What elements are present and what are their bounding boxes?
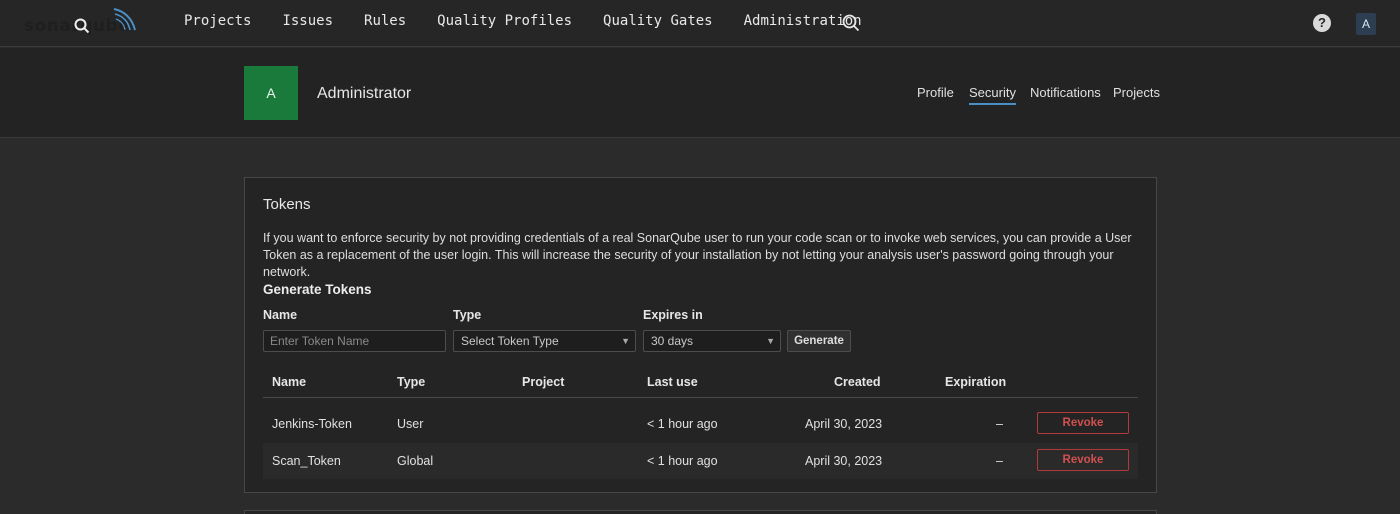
- expires-label: Expires in: [643, 308, 703, 322]
- nav-projects[interactable]: Projects: [184, 13, 251, 29]
- avatar: A: [244, 66, 298, 120]
- tokens-description: If you want to enforce security by not p…: [263, 231, 1132, 279]
- main-menu: Projects Issues Rules Quality Profiles Q…: [184, 13, 893, 29]
- tokens-panel: Tokens If you want to enforce security b…: [244, 177, 1157, 493]
- table-row: Scan_Token Global < 1 hour ago April 30,…: [263, 443, 1138, 479]
- token-type-select[interactable]: Select Token Type ▼: [453, 330, 636, 352]
- user-name: Administrator: [317, 85, 412, 102]
- tokens-table-header: Name Type Project Last use Created Expir…: [263, 368, 1138, 398]
- col-project: Project: [522, 375, 565, 389]
- token-created: April 30, 2023: [805, 417, 883, 431]
- logo-waves-icon: [113, 8, 136, 31]
- tab-security[interactable]: Security: [969, 85, 1016, 105]
- help-icon[interactable]: ?: [1313, 14, 1331, 32]
- token-name: Jenkins-Token: [272, 417, 352, 431]
- token-type: Global: [397, 454, 434, 468]
- token-type-value: Select Token Type: [461, 334, 559, 348]
- token-expiration: –: [996, 417, 1003, 431]
- generate-tokens-title: Generate Tokens: [263, 282, 372, 297]
- nav-issues[interactable]: Issues: [282, 13, 333, 29]
- col-name: Name: [272, 375, 307, 389]
- global-search-icon[interactable]: [842, 14, 860, 32]
- tokens-title: Tokens: [263, 196, 311, 213]
- table-row: Jenkins-Token User < 1 hour ago April 30…: [263, 406, 1138, 442]
- name-label: Name: [263, 308, 298, 322]
- tab-notifications[interactable]: Notifications: [1030, 85, 1101, 100]
- next-panel: [244, 510, 1157, 514]
- nav-quality-gates[interactable]: Quality Gates: [603, 13, 713, 29]
- nav-quality-profiles[interactable]: Quality Profiles: [437, 13, 572, 29]
- generate-button[interactable]: Generate: [787, 330, 851, 352]
- search-icon[interactable]: [74, 18, 90, 34]
- type-label: Type: [453, 308, 482, 322]
- account-header: A Administrator Profile Security Notific…: [0, 48, 1400, 138]
- expires-value: 30 days: [651, 334, 694, 348]
- revoke-button[interactable]: Revoke: [1037, 449, 1129, 471]
- nav-rules[interactable]: Rules: [364, 13, 406, 29]
- token-name-input[interactable]: [263, 330, 446, 352]
- token-name: Scan_Token: [272, 454, 341, 468]
- dropdown-arrow-icon: ▼: [766, 336, 775, 346]
- tab-projects[interactable]: Projects: [1113, 85, 1160, 100]
- top-navbar: sonarqube Projects Issues Rules Quality …: [0, 0, 1400, 47]
- token-type: User: [397, 417, 424, 431]
- token-last-use: < 1 hour ago: [647, 417, 718, 431]
- col-created: Created: [834, 375, 881, 389]
- token-created: April 30, 2023: [805, 454, 883, 468]
- col-type: Type: [397, 375, 426, 389]
- expires-select[interactable]: 30 days ▼: [643, 330, 781, 352]
- col-expiration: Expiration: [945, 375, 1007, 389]
- token-last-use: < 1 hour ago: [647, 454, 718, 468]
- revoke-button[interactable]: Revoke: [1037, 412, 1129, 434]
- dropdown-arrow-icon: ▼: [621, 336, 630, 346]
- tab-profile[interactable]: Profile: [917, 85, 954, 100]
- token-expiration: –: [996, 454, 1003, 468]
- user-avatar-button[interactable]: A: [1356, 13, 1376, 35]
- col-last-use: Last use: [647, 375, 698, 389]
